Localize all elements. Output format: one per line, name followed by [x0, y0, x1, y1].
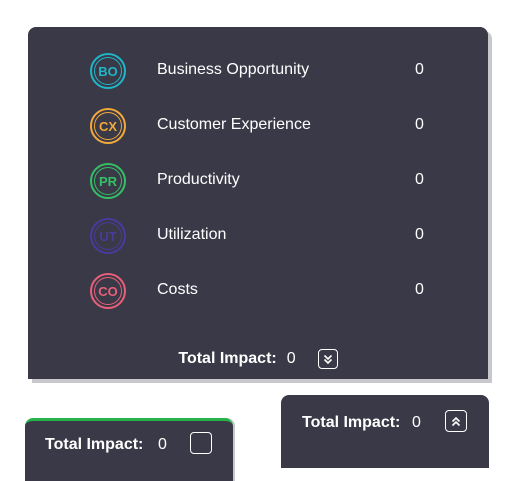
impact-panel: BO Business Opportunity 0 CX Customer Ex… — [28, 27, 488, 379]
total-impact-value: 0 — [412, 414, 421, 431]
costs-badge-icon: CO — [90, 273, 126, 309]
impact-label: Business Opportunity — [157, 61, 310, 78]
chevrons-up-icon — [451, 416, 461, 426]
expand-toggle-button[interactable] — [190, 432, 212, 454]
total-impact-label: Total Impact: — [178, 350, 277, 367]
impact-label: Costs — [157, 281, 198, 298]
impact-row-customer-experience: CX Customer Experience 0 — [28, 108, 488, 148]
impact-row-productivity: PR Productivity 0 — [28, 163, 488, 203]
utilization-badge-icon: UT — [90, 218, 126, 254]
badge-abbr: BO — [94, 57, 122, 85]
total-impact-value: 0 — [286, 350, 296, 367]
customer-experience-badge-icon: CX — [90, 108, 126, 144]
business-opportunity-badge-icon: BO — [90, 53, 126, 89]
impact-value: 0 — [415, 171, 424, 188]
badge-abbr: PR — [94, 167, 122, 195]
total-impact-value: 0 — [158, 436, 167, 453]
total-impact-label: Total Impact: — [302, 414, 401, 431]
total-impact-label: Total Impact: — [45, 436, 144, 453]
impact-row-business-opportunity: BO Business Opportunity 0 — [28, 53, 488, 93]
impact-label: Productivity — [157, 171, 240, 188]
impact-value: 0 — [415, 226, 424, 243]
collapse-toggle-button[interactable] — [317, 349, 338, 369]
expand-toggle-button[interactable] — [445, 410, 467, 432]
badge-abbr: UT — [94, 222, 122, 250]
impact-label: Customer Experience — [157, 116, 311, 133]
impact-row-costs: CO Costs 0 — [28, 273, 488, 313]
productivity-badge-icon: PR — [90, 163, 126, 199]
badge-abbr: CO — [94, 277, 122, 305]
chevrons-down-icon — [323, 354, 332, 364]
total-impact-bar: Total Impact: 0 — [28, 345, 488, 373]
impact-value: 0 — [415, 61, 424, 78]
impact-row-utilization: UT Utilization 0 — [28, 218, 488, 258]
total-impact-card-collapsed: Total Impact: 0 — [281, 395, 489, 468]
impact-value: 0 — [415, 116, 424, 133]
badge-abbr: CX — [94, 112, 122, 140]
impact-value: 0 — [415, 281, 424, 298]
total-impact-card-selected[interactable]: Total Impact: 0 — [25, 418, 233, 481]
impact-label: Utilization — [157, 226, 227, 243]
